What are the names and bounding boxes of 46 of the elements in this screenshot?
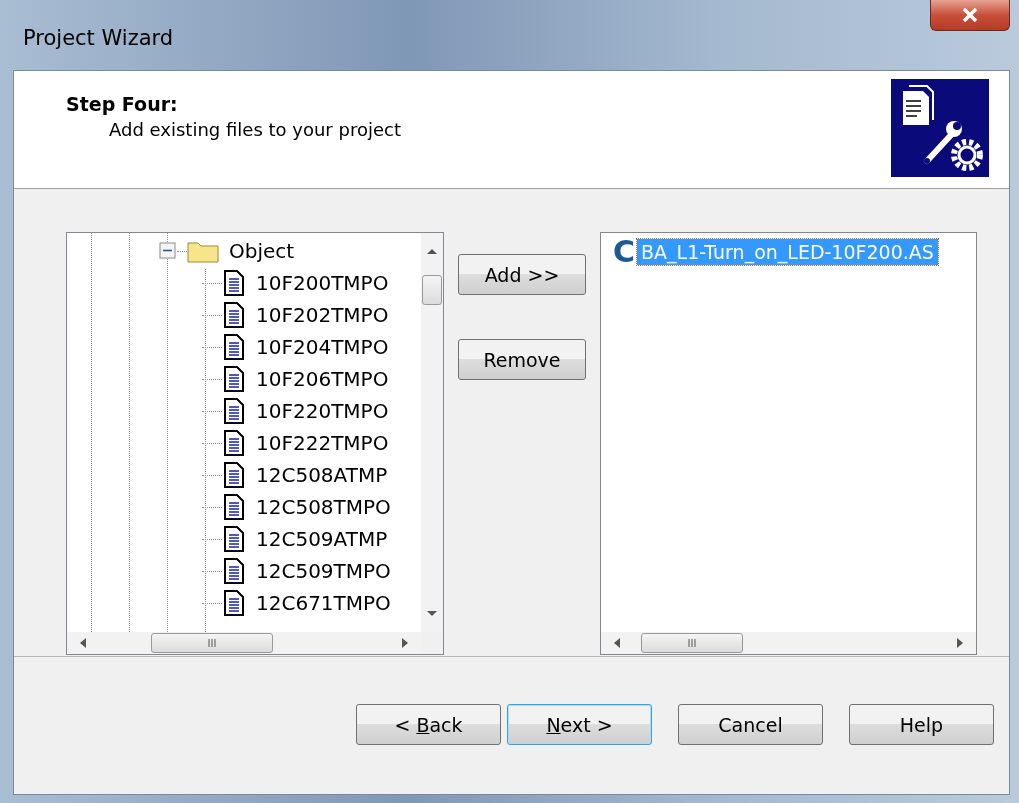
document-icon — [222, 366, 246, 392]
tree-item[interactable]: 10F220TMPO — [256, 399, 389, 423]
horizontal-scrollbar[interactable] — [601, 632, 976, 654]
step-title: Step Four: — [66, 93, 179, 115]
tree-item[interactable]: 10F206TMPO — [256, 367, 389, 391]
scroll-thumb[interactable] — [422, 275, 442, 305]
folder-icon — [187, 239, 219, 263]
scroll-thumb[interactable] — [641, 633, 743, 653]
scroll-thumb[interactable] — [151, 633, 273, 653]
close-icon — [961, 7, 979, 23]
tree-item[interactable]: 10F222TMPO — [256, 431, 389, 455]
horizontal-scrollbar[interactable] — [67, 632, 421, 654]
document-wrench-gear-icon — [891, 79, 989, 177]
file-type-letter: C — [613, 237, 636, 267]
tree-item[interactable]: 12C671TMPO — [256, 591, 391, 615]
step-description: Add existing files to your project — [109, 119, 401, 140]
cancel-button[interactable]: Cancel — [678, 704, 823, 745]
collapse-icon[interactable] — [159, 242, 177, 260]
tree-item[interactable]: 12C508TMPO — [256, 495, 391, 519]
tree-item[interactable]: Object — [229, 239, 295, 263]
tree-item[interactable]: 12C509TMPO — [256, 559, 391, 583]
document-icon — [222, 270, 246, 296]
grip-icon — [207, 638, 217, 648]
document-icon — [222, 334, 246, 360]
tree-item[interactable]: 10F204TMPO — [256, 335, 389, 359]
vertical-scrollbar[interactable] — [421, 233, 443, 632]
back-button[interactable]: < Back — [356, 704, 501, 745]
remove-button[interactable]: Remove — [458, 339, 586, 380]
document-icon — [222, 558, 246, 584]
help-button[interactable]: Help — [849, 704, 994, 745]
document-icon — [222, 302, 246, 328]
add-button[interactable]: Add >> — [458, 254, 586, 295]
tree-item[interactable]: 12C508ATMP — [256, 463, 388, 487]
document-icon — [222, 590, 246, 616]
next-button[interactable]: Next > — [507, 704, 652, 745]
close-button[interactable] — [930, 0, 1010, 31]
tree-item[interactable]: 10F200TMPO — [256, 271, 389, 295]
document-icon — [222, 462, 246, 488]
grip-icon — [687, 638, 697, 648]
tree-item[interactable]: 10F202TMPO — [256, 303, 389, 327]
document-icon — [222, 398, 246, 424]
document-icon — [222, 494, 246, 520]
document-icon — [222, 526, 246, 552]
tree-item[interactable]: 12C509ATMP — [256, 527, 388, 551]
window-title: Project Wizard — [23, 26, 174, 50]
document-icon — [222, 430, 246, 456]
